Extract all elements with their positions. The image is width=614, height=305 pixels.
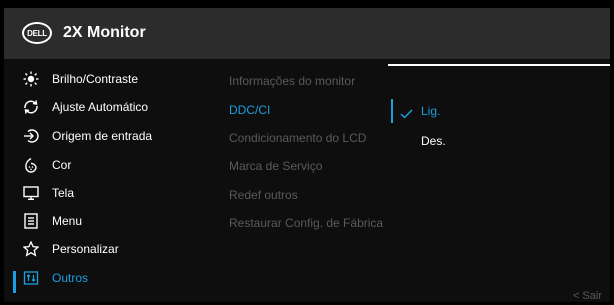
menu-item-color[interactable]: Cor [22, 154, 71, 176]
submenu-ddc-ci[interactable]: DDC/CI [229, 103, 270, 117]
submenu-service-tag[interactable]: Marca de Serviço [229, 159, 322, 173]
menu-item-label: Ajuste Automático [52, 100, 149, 114]
submenu-lcd-conditioning[interactable]: Condicionamento do LCD [229, 131, 366, 145]
menu-item-others[interactable]: Outros [22, 267, 88, 289]
osd-title: 2X Monitor [63, 24, 146, 41]
input-source-icon [22, 127, 40, 145]
submenu-monitor-info[interactable]: Informações do monitor [229, 74, 355, 88]
menu-item-display[interactable]: Tela [22, 182, 74, 204]
exit-button[interactable]: < Sair [573, 290, 602, 302]
dell-logo: DELL [22, 22, 52, 44]
display-icon [22, 184, 40, 202]
menu-item-label: Personalizar [52, 242, 119, 256]
menu-item-brightness-contrast[interactable]: Brilho/Contraste [22, 68, 138, 90]
color-icon [22, 156, 40, 174]
menu-item-label: Origem de entrada [52, 129, 153, 143]
menu-icon [22, 212, 40, 230]
checkmark-icon [400, 106, 413, 124]
left-selection-indicator [13, 271, 16, 293]
option-selection-indicator [391, 99, 393, 123]
monitor-osd: DELL 2X Monitor Brilho/Contraste Ajuste … [4, 8, 610, 302]
option-on[interactable]: Lig. [421, 104, 440, 118]
menu-item-label: Menu [52, 214, 83, 228]
submenu-divider [388, 64, 610, 66]
menu-item-label: Outros [52, 271, 89, 285]
submenu-reset-others[interactable]: Redef outros [229, 188, 298, 202]
menu-item-input-source[interactable]: Origem de entrada [22, 125, 152, 147]
submenu-factory-reset[interactable]: Restaurar Config. de Fábrica [229, 216, 383, 230]
star-icon [22, 240, 40, 258]
osd-header: DELL 2X Monitor [4, 8, 610, 59]
menu-item-label: Cor [52, 158, 72, 172]
menu-item-auto-adjust[interactable]: Ajuste Automático [22, 96, 148, 118]
menu-item-personalize[interactable]: Personalizar [22, 238, 119, 260]
auto-adjust-icon [22, 98, 40, 116]
menu-item-menu[interactable]: Menu [22, 210, 82, 232]
brightness-icon [22, 70, 40, 88]
menu-item-label: Brilho/Contraste [52, 72, 139, 86]
option-off[interactable]: Des. [421, 134, 446, 148]
menu-item-label: Tela [52, 186, 75, 200]
others-icon [22, 269, 40, 287]
